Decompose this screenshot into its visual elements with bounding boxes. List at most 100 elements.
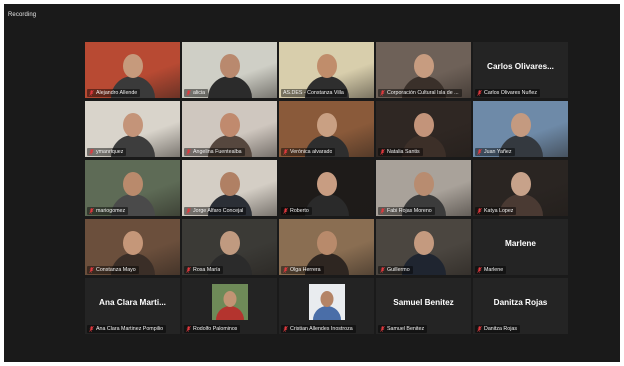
participant-silhouette-head: [316, 54, 337, 78]
participant-tile[interactable]: Natalia Santis: [376, 101, 471, 157]
mic-muted-icon: [283, 267, 288, 273]
participant-tile[interactable]: Rosa María: [182, 219, 277, 275]
participant-name-label: alicia: [184, 89, 209, 97]
participant-name-label: Marlene: [475, 266, 507, 274]
participant-tile[interactable]: Carlos Olivares... Carlos Olivares Nuñez: [473, 42, 568, 98]
participant-silhouette-head: [510, 172, 531, 196]
participant-name: Olga Herrera: [290, 267, 321, 273]
participant-name: Samuel Benitez: [387, 326, 425, 332]
participant-silhouette-head: [122, 172, 143, 196]
participant-name-label: mariogomez: [87, 207, 129, 215]
mic-muted-icon: [477, 208, 482, 214]
participant-name-label: Katya Lopez: [475, 207, 517, 215]
zoom-meeting-window: Recording Alejandro Allende alicia AS.DES …: [4, 4, 620, 362]
participant-name: Danitza Rojas: [484, 326, 517, 332]
participant-silhouette-head: [219, 54, 240, 78]
mic-muted-icon: [186, 149, 191, 155]
participant-name-label: Roberto: [281, 207, 312, 215]
participant-name-label: Ana Clara Martinez Pompilio: [87, 325, 167, 333]
participant-name-label: AS.DES - Constanza Villa: [281, 89, 347, 97]
participant-name: Corporación Cultural Isla de ...: [387, 90, 459, 96]
participant-tile[interactable]: ymanriquez: [85, 101, 180, 157]
mic-muted-icon: [380, 149, 385, 155]
mic-muted-icon: [89, 90, 94, 96]
profile-picture: [308, 284, 345, 320]
profile-picture-head: [320, 291, 333, 307]
participant-name: AS.DES - Constanza Villa: [283, 90, 344, 96]
participant-name-label: Samuel Benitez: [378, 325, 428, 333]
mic-muted-icon: [89, 326, 94, 332]
participant-tile[interactable]: Corporación Cultural Isla de ...: [376, 42, 471, 98]
participant-name: Rodolfo Palominos: [193, 326, 238, 332]
participant-tile[interactable]: mariogomez: [85, 160, 180, 216]
mic-muted-icon: [89, 267, 94, 273]
participant-tile[interactable]: Verónica alvarado: [279, 101, 374, 157]
participant-tile[interactable]: Samuel Benitez Samuel Benitez: [376, 278, 471, 334]
participant-name: Cristian Allendes Inostroza: [290, 326, 353, 332]
participant-tile[interactable]: AS.DES - Constanza Villa: [279, 42, 374, 98]
participant-tile[interactable]: Marlene Marlene: [473, 219, 568, 275]
participant-display-name: Danitza Rojas: [493, 298, 548, 307]
participant-tile[interactable]: Alejandro Allende: [85, 42, 180, 98]
participant-name: Verónica alvarado: [290, 149, 333, 155]
mic-muted-icon: [477, 90, 482, 96]
participant-silhouette-head: [219, 172, 240, 196]
participant-name-label: ymanriquez: [87, 148, 127, 156]
mic-muted-icon: [89, 149, 94, 155]
participant-tile[interactable]: Danitza Rojas Danitza Rojas: [473, 278, 568, 334]
participant-silhouette-head: [316, 172, 337, 196]
participant-name-label: Cristian Allendes Inostroza: [281, 325, 356, 333]
participant-display-name: Ana Clara Marti...: [99, 298, 166, 307]
participant-silhouette-head: [413, 231, 434, 255]
participant-name: Rosa María: [193, 267, 221, 273]
mic-muted-icon: [283, 208, 288, 214]
mic-muted-icon: [283, 149, 288, 155]
participant-tile[interactable]: Jorge Alfaro Concejal: [182, 160, 277, 216]
participant-tile[interactable]: Ana Clara Marti... Ana Clara Martinez Pom…: [85, 278, 180, 334]
participant-name: Juan Yañez: [484, 149, 512, 155]
participant-silhouette-head: [413, 54, 434, 78]
mic-muted-icon: [283, 326, 288, 332]
participant-name-label: Natalia Santis: [378, 148, 423, 156]
participant-silhouette-head: [122, 113, 143, 137]
participant-tile[interactable]: Angelina Fuentealba: [182, 101, 277, 157]
recording-indicator: Recording: [8, 12, 37, 18]
mic-muted-icon: [477, 326, 482, 332]
participant-tile[interactable]: Cristian Allendes Inostroza: [279, 278, 374, 334]
participant-name: ymanriquez: [96, 149, 124, 155]
participant-tile[interactable]: Roberto: [279, 160, 374, 216]
participant-silhouette-head: [219, 231, 240, 255]
participant-name: Alejandro Allende: [96, 90, 138, 96]
participant-display-name: Marlene: [505, 239, 536, 248]
participant-name-label: Rosa María: [184, 266, 224, 274]
participant-tile[interactable]: Olga Herrera: [279, 219, 374, 275]
mic-muted-icon: [380, 326, 385, 332]
participant-name-label: Corporación Cultural Isla de ...: [378, 89, 462, 97]
participant-silhouette-head: [316, 113, 337, 137]
participant-name: alicia: [193, 90, 206, 96]
participant-name-label: Constanza Mayo: [87, 266, 139, 274]
profile-picture-body: [215, 306, 244, 320]
participant-silhouette-head: [219, 113, 240, 137]
participant-silhouette-head: [316, 231, 337, 255]
participant-tile[interactable]: Constanza Mayo: [85, 219, 180, 275]
participant-name: Carlos Olivares Nuñez: [484, 90, 537, 96]
participant-silhouette-head: [413, 113, 434, 137]
participant-tile[interactable]: Rodolfo Palominos: [182, 278, 277, 334]
participant-tile[interactable]: Guillermo: [376, 219, 471, 275]
participant-name: Fabi Rojas Moreno: [387, 208, 432, 214]
participant-silhouette-head: [122, 231, 143, 255]
participant-name-label: Verónica alvarado: [281, 148, 336, 156]
participant-tile[interactable]: Juan Yañez: [473, 101, 568, 157]
participant-silhouette-head: [122, 54, 143, 78]
participant-name-label: Guillermo: [378, 266, 413, 274]
mic-muted-icon: [89, 208, 94, 214]
participant-name-label: Alejandro Allende: [87, 89, 141, 97]
participant-name-label: Jorge Alfaro Concejal: [184, 207, 247, 215]
participant-tile[interactable]: Katya Lopez: [473, 160, 568, 216]
participant-silhouette-head: [413, 172, 434, 196]
participant-tile[interactable]: alicia: [182, 42, 277, 98]
participant-tile[interactable]: Fabi Rojas Moreno: [376, 160, 471, 216]
participant-name-label: Angelina Fuentealba: [184, 148, 245, 156]
participant-name-label: Olga Herrera: [281, 266, 324, 274]
